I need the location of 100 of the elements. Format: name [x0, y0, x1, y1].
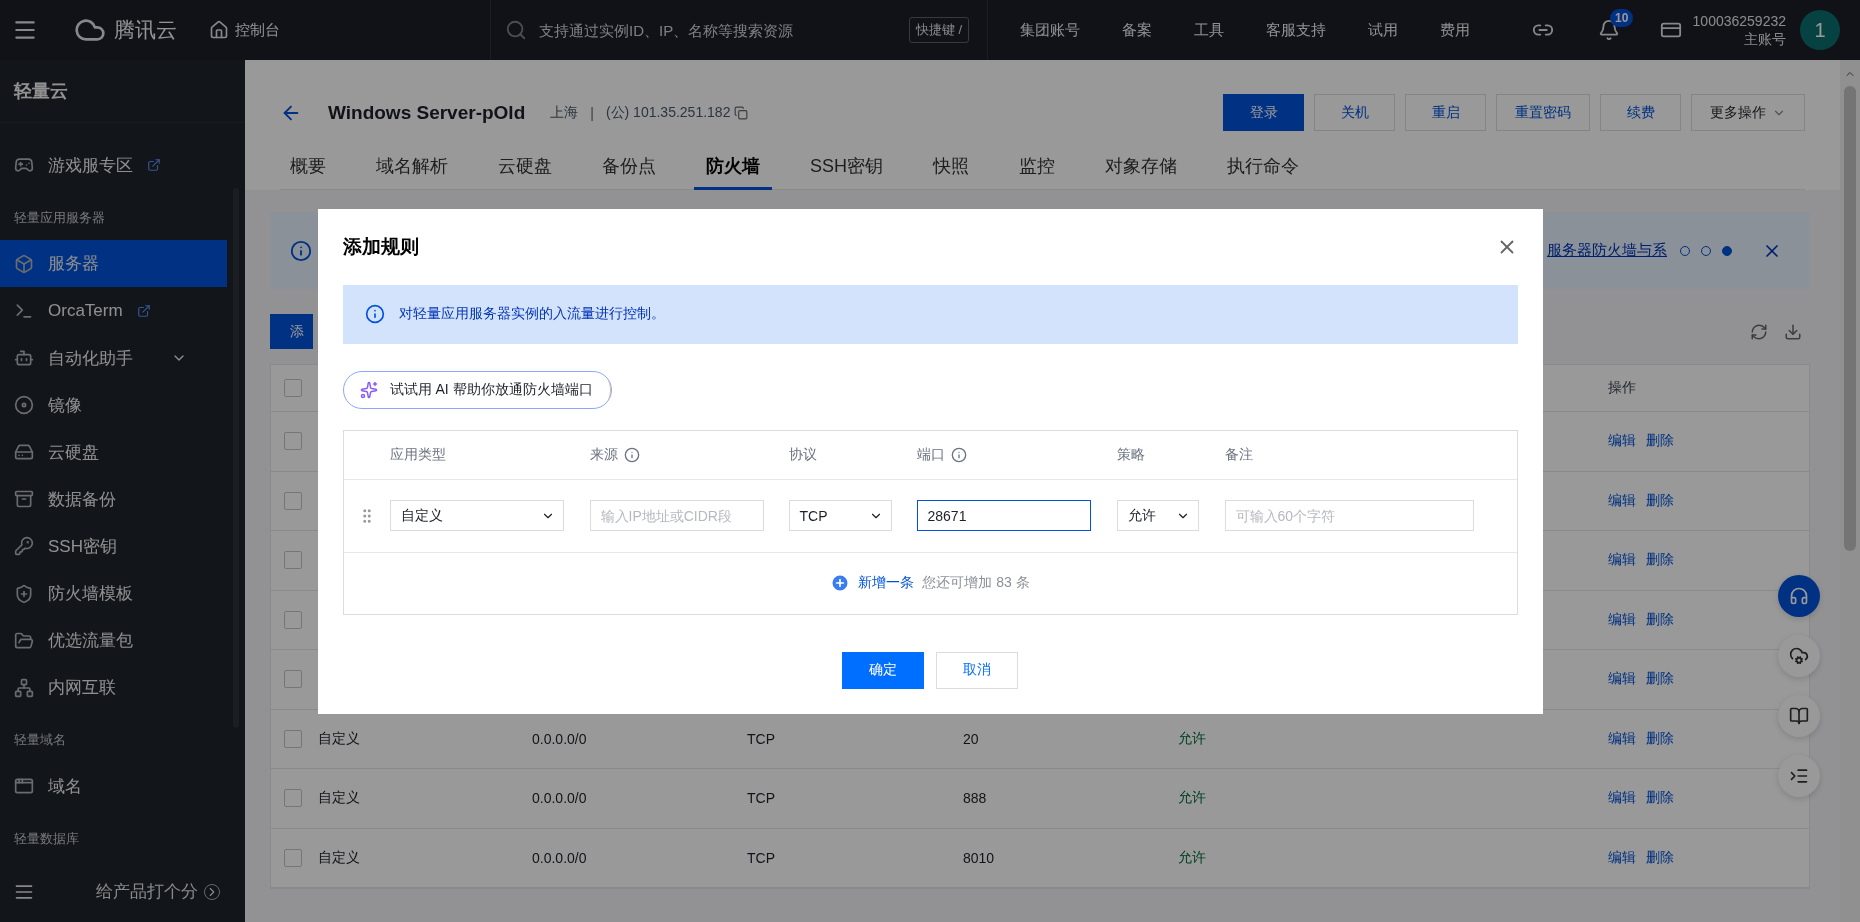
brand-name: 腾讯云 — [114, 17, 177, 43]
row-action-link[interactable]: 删除 — [1646, 848, 1674, 867]
row-action-link[interactable]: 删除 — [1646, 729, 1674, 748]
sidebar-icon — [14, 395, 34, 416]
sidebar-item[interactable]: OrcaTerm — [0, 287, 227, 335]
notice-text: 对轻量应用服务器实例的入流量进行控制。 — [398, 305, 665, 323]
row-action-link[interactable]: 编辑 — [1608, 848, 1636, 867]
action-button[interactable]: 续费 — [1600, 94, 1681, 131]
row-action-link[interactable]: 删除 — [1646, 432, 1674, 451]
table-cell-text: 888 — [963, 790, 988, 807]
sidebar-section-label: 轻量数据库 — [13, 829, 80, 848]
row-action-link[interactable]: 编辑 — [1608, 432, 1636, 451]
scrollbar[interactable] — [1840, 60, 1860, 922]
tab[interactable]: 监控 — [1007, 145, 1067, 190]
dialog-button[interactable]: 取消 — [936, 651, 1018, 689]
type-select[interactable]: 自定义 — [389, 500, 564, 531]
action-button[interactable]: 重启 — [1405, 94, 1486, 131]
row-action-link[interactable]: 删除 — [1646, 491, 1674, 510]
tab[interactable]: 云硬盘 — [486, 145, 564, 190]
checkbox[interactable] — [284, 551, 302, 570]
rate-product-link[interactable]: 给产品打个分 — [96, 880, 198, 904]
nav-link[interactable]: 费用 — [1440, 20, 1470, 40]
checkbox[interactable] — [284, 432, 302, 451]
action-button[interactable]: 更多操作 — [1691, 94, 1805, 131]
sidebar-item[interactable]: 服务器 — [0, 240, 227, 288]
checkbox[interactable] — [284, 379, 302, 397]
console-link[interactable]: 控制台 — [235, 20, 280, 40]
tab[interactable]: SSH密钥 — [798, 145, 895, 190]
download-icon[interactable] — [1784, 322, 1802, 341]
sidebar-item[interactable]: 数据备份 — [0, 475, 227, 523]
add-icon[interactable] — [830, 573, 851, 593]
sidebar-item[interactable]: 游戏服专区 — [0, 141, 227, 189]
row-action-link[interactable]: 删除 — [1646, 610, 1674, 629]
row-action-link[interactable]: 编辑 — [1608, 729, 1636, 748]
column-header: 端口 — [916, 445, 945, 464]
notification-badge: 10 — [1610, 9, 1634, 27]
region-label: 上海 — [550, 103, 579, 122]
row-action-link[interactable]: 编辑 — [1608, 789, 1636, 808]
sidebar-item[interactable]: 镜像 — [0, 381, 227, 429]
row-action-link[interactable]: 删除 — [1646, 789, 1674, 808]
home-icon — [209, 20, 229, 40]
action-button[interactable]: 登录 — [1223, 94, 1304, 131]
notice-link[interactable]: 服务器防火墙与系 — [1547, 241, 1667, 260]
tab[interactable]: 防火墙 — [694, 145, 772, 190]
nav-link[interactable]: 备案 — [1122, 20, 1152, 40]
action-button[interactable]: 关机 — [1314, 94, 1395, 131]
table-cell-text: 允许 — [1178, 729, 1207, 748]
checkbox[interactable] — [284, 491, 302, 510]
instance-title: Windows Server-pOld — [328, 101, 526, 124]
tab[interactable]: 概要 — [278, 145, 338, 190]
checkbox[interactable] — [284, 789, 302, 808]
protocol-select[interactable]: TCP — [788, 500, 892, 531]
column-header: 来源 — [589, 445, 618, 464]
tab[interactable]: 执行命令 — [1215, 145, 1311, 190]
ai-assist-button[interactable]: 试试用 AI 帮助你放通防火墙端口 — [342, 370, 612, 409]
table-cell-text: 0.0.0.0/0 — [532, 849, 588, 866]
ip-address: (公) 101.35.251.182 — [605, 103, 731, 122]
nav-link[interactable]: 试用 — [1368, 20, 1398, 40]
sidebar-icon — [14, 348, 34, 369]
nav-link[interactable]: 客服支持 — [1266, 20, 1326, 40]
copy-icon[interactable] — [734, 105, 749, 120]
table-cell-text: 0.0.0.0/0 — [532, 790, 588, 807]
checkbox[interactable] — [284, 729, 302, 748]
row-action-link[interactable]: 编辑 — [1608, 610, 1636, 629]
source-input[interactable]: 输入IP地址或CIDR段 — [589, 500, 764, 531]
dialog-button[interactable]: 确定 — [842, 651, 924, 689]
add-rule-button[interactable]: 添 — [270, 314, 313, 349]
row-action-link[interactable]: 编辑 — [1608, 670, 1636, 689]
nav-link[interactable]: 工具 — [1194, 20, 1224, 40]
checkbox[interactable] — [284, 848, 302, 867]
checkbox[interactable] — [284, 670, 302, 689]
sidebar-icon — [14, 489, 34, 510]
note-input[interactable]: 可输入60个字符 — [1224, 500, 1474, 531]
port-input[interactable]: 28671 — [916, 500, 1091, 531]
nav-link[interactable]: 集团账号 — [1020, 20, 1080, 40]
action-button[interactable]: 重置密码 — [1496, 94, 1590, 131]
sidebar-item[interactable]: 自动化助手 — [0, 334, 227, 382]
tab[interactable]: 备份点 — [590, 145, 668, 190]
shortcut-hint: 快捷键 / — [908, 17, 969, 43]
sidebar-item[interactable]: 防火墙模板 — [0, 569, 227, 618]
avatar[interactable]: 1 — [1800, 10, 1840, 50]
row-action-link[interactable]: 编辑 — [1608, 491, 1636, 510]
refresh-icon[interactable] — [1750, 322, 1768, 341]
pager-dot[interactable] — [1722, 245, 1732, 256]
tab[interactable]: 对象存储 — [1093, 145, 1189, 190]
policy-select[interactable]: 允许 — [1116, 500, 1199, 531]
tab[interactable]: 域名解析 — [364, 145, 460, 190]
row-action-link[interactable]: 编辑 — [1608, 551, 1636, 570]
row-action-link[interactable]: 删除 — [1646, 551, 1674, 570]
sidebar-item[interactable]: 云硬盘 — [0, 428, 227, 476]
sidebar-item[interactable]: 优选流量包 — [0, 617, 227, 665]
checkbox[interactable] — [284, 610, 302, 629]
add-row-link[interactable]: 新增一条 — [858, 574, 915, 592]
sidebar-item[interactable]: 内网互联 — [0, 664, 227, 712]
search-field[interactable]: 支持通过实例ID、IP、名称等搜索资源 — [537, 12, 899, 48]
sidebar-item[interactable]: SSH密钥 — [0, 522, 227, 570]
column-header: 协议 — [788, 445, 817, 464]
tab[interactable]: 快照 — [921, 145, 981, 190]
row-action-link[interactable]: 删除 — [1646, 670, 1674, 689]
sidebar-item[interactable]: 域名 — [0, 762, 227, 810]
